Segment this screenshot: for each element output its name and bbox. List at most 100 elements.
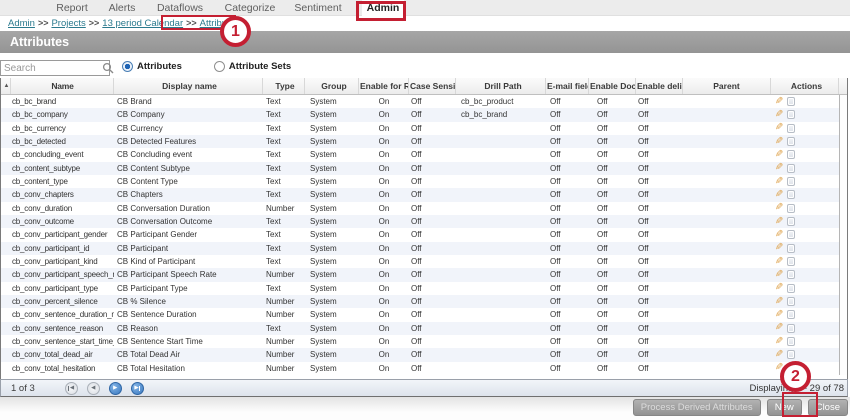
column-header-drill-path[interactable]: Drill Path [456,78,546,94]
edit-icon[interactable]: ✎ [775,110,783,120]
table-row[interactable]: cb_conv_total_hesitationCB Total Hesitat… [1,362,847,375]
vertical-scrollbar[interactable] [839,95,847,375]
radio-attribute-sets[interactable]: Attribute Sets [214,61,291,72]
edit-icon[interactable]: ✎ [775,243,783,253]
details-icon[interactable] [787,337,795,346]
nav-item-sentiment[interactable]: Sentiment [288,0,348,16]
last-page-icon[interactable]: ▶ [131,382,144,395]
column-header-group[interactable]: Group [305,78,359,94]
details-icon[interactable] [787,110,795,119]
edit-icon[interactable]: ✎ [775,257,783,267]
details-icon[interactable] [787,124,795,133]
edit-icon[interactable]: ✎ [775,283,783,293]
cell-reporting: On [359,95,409,108]
sort-asc-icon[interactable]: ▲ [1,78,11,94]
details-icon[interactable] [787,230,795,239]
table-row[interactable]: cb_conv_sentence_start_time_msCB Sentenc… [1,335,847,348]
edit-icon[interactable]: ✎ [775,177,783,187]
breadcrumb-projects[interactable]: Projects [51,18,85,29]
column-header-enable-delim[interactable]: Enable delim [636,78,683,94]
column-header-type[interactable]: Type [263,78,305,94]
column-header-actions[interactable]: Actions [771,78,839,94]
footer: Process Derived Attributes New Close [0,397,850,420]
cell-type: Number [263,268,305,281]
table-row[interactable]: cb_conv_sentence_reasonCB ReasonTextSyst… [1,322,847,335]
search-input[interactable] [0,60,110,76]
details-icon[interactable] [787,310,795,319]
breadcrumb-admin[interactable]: Admin [8,18,35,29]
details-icon[interactable] [787,350,795,359]
details-icon[interactable] [787,217,795,226]
table-row[interactable]: cb_bc_brandCB BrandTextSystemOnOffcb_bc_… [1,95,847,108]
edit-icon[interactable]: ✎ [775,337,783,347]
table-row[interactable]: cb_conv_sentence_duration_msCB Sentence … [1,308,847,321]
cell-type: Text [263,188,305,201]
edit-icon[interactable]: ✎ [775,297,783,307]
edit-icon[interactable]: ✎ [775,97,783,107]
edit-icon[interactable]: ✎ [775,137,783,147]
nav-item-alerts[interactable]: Alerts [100,0,144,16]
details-icon[interactable] [787,177,795,186]
edit-icon[interactable]: ✎ [775,230,783,240]
row-spacer [1,255,11,268]
prev-page-icon[interactable]: ◀ [87,382,100,395]
table-row[interactable]: cb_content_typeCB Content TypeTextSystem… [1,175,847,188]
table-row[interactable]: cb_conv_participant_idCB ParticipantText… [1,242,847,255]
details-icon[interactable] [787,324,795,333]
nav-item-categorize[interactable]: Categorize [220,0,280,16]
column-header-parent[interactable]: Parent [683,78,771,94]
cell-name: cb_conv_chapters [11,188,114,201]
column-header-e-mail-field[interactable]: E-mail field [546,78,589,94]
details-icon[interactable] [787,204,795,213]
details-icon[interactable] [787,297,795,306]
details-icon[interactable] [787,190,795,199]
row-spacer [1,188,11,201]
column-header-name[interactable]: Name [11,78,114,94]
process-derived-attributes-button[interactable]: Process Derived Attributes [633,399,761,416]
cell-actions: ✎ [771,228,839,241]
details-icon[interactable] [787,150,795,159]
edit-icon[interactable]: ✎ [775,203,783,213]
edit-icon[interactable]: ✎ [775,310,783,320]
radio-selected-icon[interactable] [122,61,133,72]
details-icon[interactable] [787,137,795,146]
column-header-case-sensiti[interactable]: Case Sensiti [409,78,456,94]
details-icon[interactable] [787,244,795,253]
column-header-display-name[interactable]: Display name [114,78,263,94]
first-page-icon[interactable]: ◀ [65,382,78,395]
table-row[interactable]: cb_bc_currencyCB CurrencyTextSystemOnOff… [1,122,847,135]
edit-icon[interactable]: ✎ [775,350,783,360]
nav-item-report[interactable]: Report [50,0,94,16]
table-row[interactable]: cb_conv_participant_genderCB Participant… [1,228,847,241]
column-header-enable-docv[interactable]: Enable DocV [589,78,636,94]
radio-unselected-icon[interactable] [214,61,225,72]
edit-icon[interactable]: ✎ [775,123,783,133]
table-row[interactable]: cb_conv_participant_kindCB Kind of Parti… [1,255,847,268]
table-row[interactable]: cb_conv_outcomeCB Conversation OutcomeTe… [1,215,847,228]
table-row[interactable]: cb_conv_participant_typeCB Participant T… [1,282,847,295]
table-row[interactable]: cb_conv_durationCB Conversation Duration… [1,202,847,215]
table-row[interactable]: cb_bc_companyCB CompanyTextSystemOnOffcb… [1,108,847,121]
edit-icon[interactable]: ✎ [775,190,783,200]
details-icon[interactable] [787,270,795,279]
edit-icon[interactable]: ✎ [775,217,783,227]
table-row[interactable]: cb_conv_percent_silenceCB % SilenceNumbe… [1,295,847,308]
table-row[interactable]: cb_bc_detectedCB Detected FeaturesTextSy… [1,135,847,148]
details-icon[interactable] [787,97,795,106]
edit-icon[interactable]: ✎ [775,150,783,160]
table-row[interactable]: cb_conv_chaptersCB ChaptersTextSystemOnO… [1,188,847,201]
edit-icon[interactable]: ✎ [775,323,783,333]
details-icon[interactable] [787,257,795,266]
radio-attributes[interactable]: Attributes [122,61,182,72]
table-row[interactable]: cb_conv_participant_speech_rateCB Partic… [1,268,847,281]
details-icon[interactable] [787,284,795,293]
table-row[interactable]: cb_content_subtypeCB Content SubtypeText… [1,162,847,175]
details-icon[interactable] [787,164,795,173]
column-header-enable-for-ri[interactable]: Enable for Ri [359,78,409,94]
table-row[interactable]: cb_conv_total_dead_airCB Total Dead AirN… [1,348,847,361]
table-row[interactable]: cb_concluding_eventCB Concluding eventTe… [1,148,847,161]
edit-icon[interactable]: ✎ [775,163,783,173]
nav-item-dataflows[interactable]: Dataflows [150,0,210,16]
edit-icon[interactable]: ✎ [775,270,783,280]
next-page-icon[interactable]: ▶ [109,382,122,395]
